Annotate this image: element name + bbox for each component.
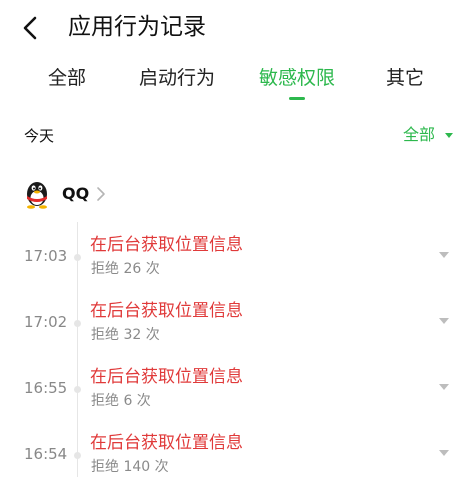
record-item[interactable]: 17:02 在后台获取位置信息 拒绝 32 次: [0, 293, 473, 359]
caret-down-icon: [445, 132, 453, 138]
record-time: 16:55: [24, 379, 68, 397]
back-button[interactable]: [14, 12, 46, 44]
filter-dropdown[interactable]: 全部: [403, 122, 453, 148]
record-item[interactable]: 16:54 在后台获取位置信息 拒绝 140 次: [0, 425, 473, 491]
tab-label: 其它: [385, 67, 424, 89]
record-time: 17:02: [24, 313, 68, 331]
expand-caret-icon[interactable]: [439, 450, 449, 456]
app-name: QQ: [62, 184, 90, 203]
chevron-left-icon: [23, 16, 37, 40]
timeline-dot: [74, 254, 81, 261]
tab-all[interactable]: 全部: [42, 58, 92, 104]
record-deny-count: 拒绝 6 次: [91, 393, 151, 409]
tab-label: 启动行为: [138, 67, 215, 89]
chevron-right-icon: [97, 187, 105, 201]
record-title: 在后台获取位置信息: [90, 235, 243, 255]
expand-caret-icon[interactable]: [439, 384, 449, 390]
record-item[interactable]: 17:03 在后台获取位置信息 拒绝 26 次: [0, 227, 473, 293]
record-time: 17:03: [24, 247, 68, 265]
expand-caret-icon[interactable]: [439, 252, 449, 258]
expand-caret-icon[interactable]: [439, 318, 449, 324]
tab-other[interactable]: 其它: [380, 58, 430, 104]
page-title: 应用行为记录: [68, 14, 206, 40]
record-item[interactable]: 16:55 在后台获取位置信息 拒绝 6 次: [0, 359, 473, 425]
tab-launch-behavior[interactable]: 启动行为: [134, 58, 220, 104]
record-title: 在后台获取位置信息: [90, 301, 243, 321]
timeline-dot: [74, 386, 81, 393]
app-row-qq[interactable]: QQ: [0, 172, 473, 216]
tab-label: 全部: [47, 67, 86, 89]
record-deny-count: 拒绝 26 次: [91, 261, 160, 277]
timeline-dot: [74, 452, 81, 459]
tab-sensitive-permissions[interactable]: 敏感权限: [254, 58, 340, 104]
filter-value: 全部: [402, 125, 435, 144]
tab-label: 敏感权限: [258, 67, 335, 89]
tab-bar: 全部 启动行为 敏感权限 其它: [0, 58, 473, 104]
record-title: 在后台获取位置信息: [90, 367, 243, 387]
active-tab-indicator: [289, 97, 305, 100]
date-label: 今天: [24, 127, 55, 145]
behavior-timeline: 17:03 在后台获取位置信息 拒绝 26 次 17:02 在后台获取位置信息 …: [0, 222, 473, 477]
qq-penguin-icon: [27, 182, 47, 209]
date-section-header: 今天 全部: [0, 118, 473, 152]
record-deny-count: 拒绝 140 次: [91, 459, 169, 475]
record-time: 16:54: [24, 445, 68, 463]
record-deny-count: 拒绝 32 次: [91, 327, 160, 343]
timeline-dot: [74, 320, 81, 327]
record-title: 在后台获取位置信息: [90, 433, 243, 453]
title-bar: 应用行为记录: [0, 0, 473, 56]
